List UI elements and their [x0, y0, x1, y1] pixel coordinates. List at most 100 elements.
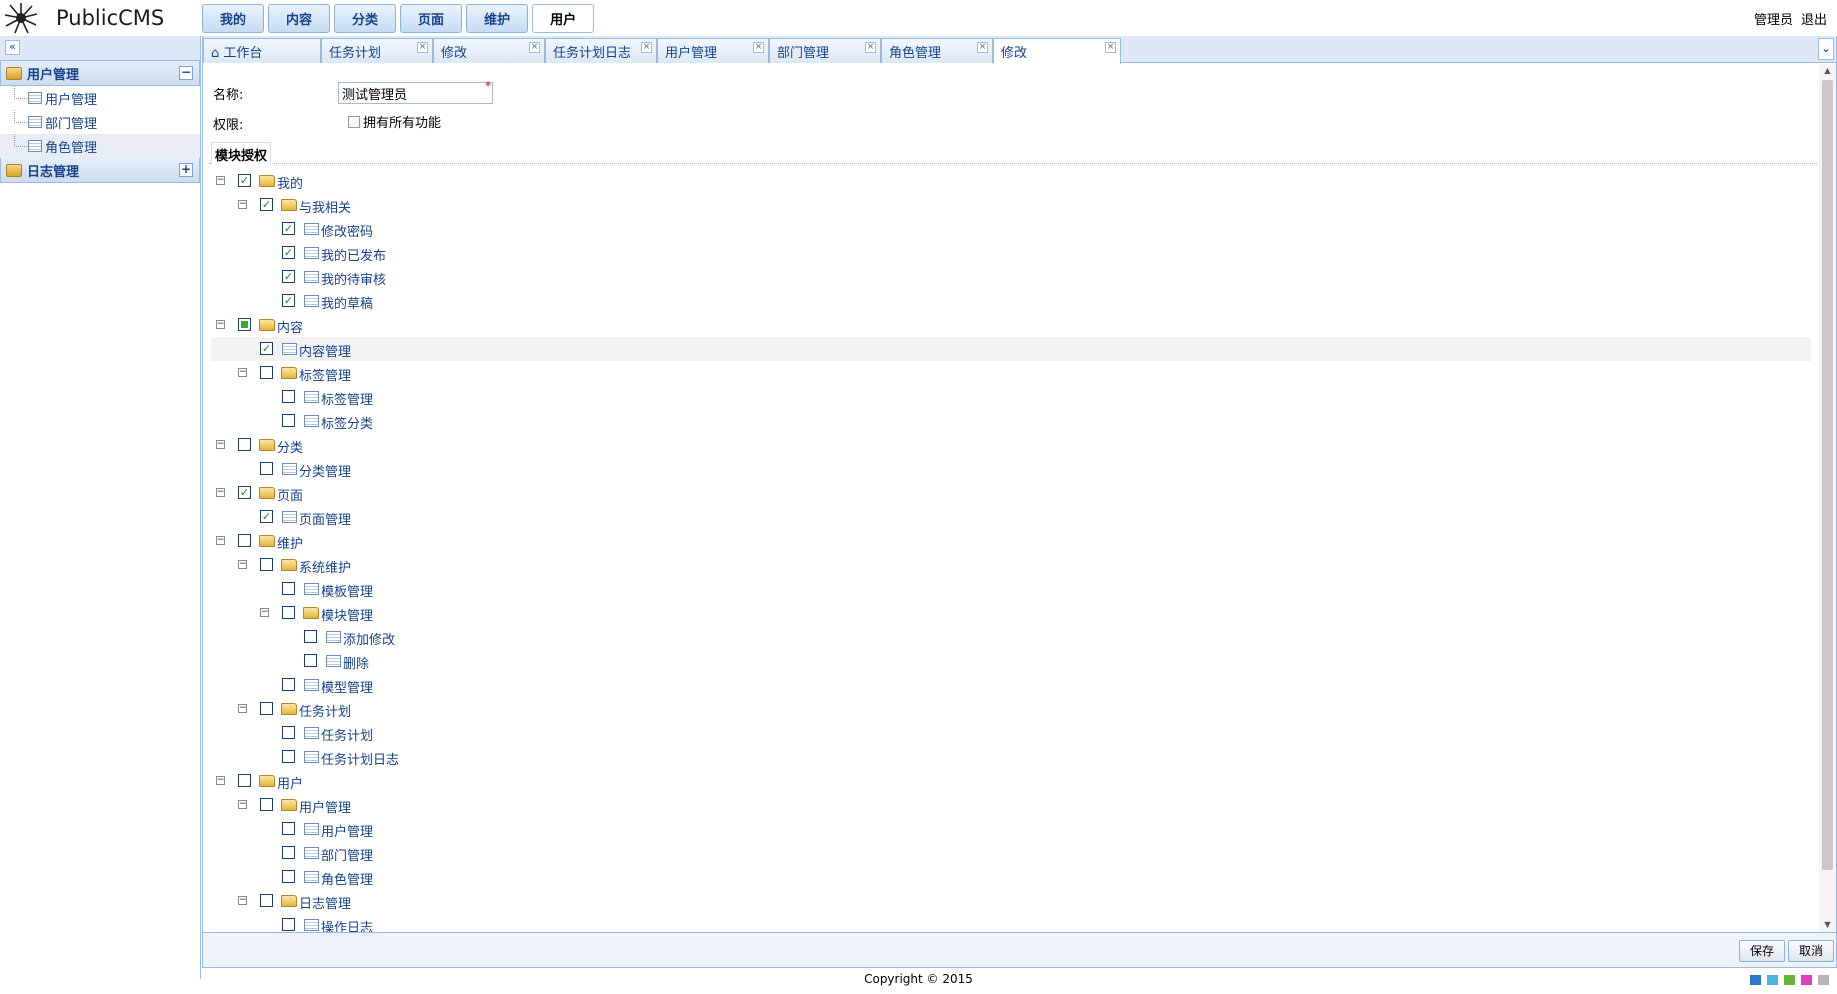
tree-checkbox[interactable] — [282, 918, 295, 931]
tree-checkbox[interactable]: ✓ — [260, 342, 273, 355]
tree-node-label[interactable]: 日志管理 — [299, 893, 351, 912]
tree-node-label[interactable]: 与我相关 — [299, 197, 351, 216]
tree-checkbox[interactable]: ✓ — [282, 270, 295, 283]
collapse-icon[interactable]: « — [5, 40, 20, 55]
tree-node-label[interactable]: 分类管理 — [299, 461, 351, 480]
logout-link[interactable]: 退出 — [1801, 9, 1827, 28]
save-button[interactable]: 保存 — [1739, 940, 1786, 962]
tree-checkbox[interactable] — [238, 534, 251, 547]
tree-node-label[interactable]: 我的草稿 — [321, 293, 373, 312]
theme-swatch[interactable] — [1801, 975, 1812, 985]
tree-node-label[interactable]: 用户 — [277, 773, 303, 792]
sidebar-group-header[interactable]: 用户管理 − — [0, 61, 200, 86]
tree-node-label[interactable]: 标签分类 — [321, 413, 373, 432]
theme-swatch[interactable] — [1784, 975, 1795, 985]
collapse-icon[interactable]: − — [216, 320, 225, 329]
current-user[interactable]: 管理员 — [1754, 9, 1793, 28]
close-icon[interactable]: × — [865, 42, 876, 53]
theme-swatch[interactable] — [1750, 975, 1761, 985]
tree-node-label[interactable]: 模块管理 — [321, 605, 373, 624]
tree-node-label[interactable]: 标签管理 — [321, 389, 373, 408]
close-icon[interactable]: × — [753, 42, 764, 53]
tree-node-label[interactable]: 任务计划 — [299, 701, 351, 720]
tree-node-label[interactable]: 操作日志 — [321, 917, 373, 932]
tree-node-label[interactable]: 我的已发布 — [321, 245, 386, 264]
tree-checkbox[interactable] — [260, 894, 273, 907]
tree-checkbox[interactable] — [282, 678, 295, 691]
tree-checkbox[interactable] — [282, 822, 295, 835]
tree-node-label[interactable]: 页面 — [277, 485, 303, 504]
tree-node-label[interactable]: 模型管理 — [321, 677, 373, 696]
collapse-icon[interactable]: − — [260, 608, 269, 617]
tab[interactable]: 角色管理 × — [881, 38, 993, 63]
tree-checkbox[interactable] — [282, 606, 295, 619]
tree-checkbox[interactable] — [282, 846, 295, 859]
scroll-up-icon[interactable]: ▲ — [1822, 66, 1833, 76]
tree-checkbox[interactable]: ✓ — [282, 222, 295, 235]
nav-button[interactable]: 我的 — [202, 4, 265, 33]
tree-checkbox[interactable]: ✓ — [282, 246, 295, 259]
tree-checkbox[interactable] — [238, 438, 251, 451]
sidebar-item[interactable]: 用户管理 — [0, 86, 200, 110]
tree-checkbox[interactable] — [282, 390, 295, 403]
form-scrollbar[interactable]: ▲ ▼ — [1819, 64, 1836, 932]
tree-checkbox[interactable]: ✓ — [260, 510, 273, 523]
nav-button[interactable]: 维护 — [466, 4, 529, 33]
tree-node-label[interactable]: 角色管理 — [321, 869, 373, 888]
theme-swatch[interactable] — [1818, 975, 1829, 985]
tree-checkbox[interactable] — [260, 798, 273, 811]
tree-checkbox[interactable]: ✓ — [260, 198, 273, 211]
expand-toggle-icon[interactable]: − — [179, 66, 193, 80]
theme-swatch[interactable] — [1767, 975, 1778, 985]
sidebar-item[interactable]: 角色管理 — [0, 134, 200, 158]
nav-button[interactable]: 分类 — [334, 4, 397, 33]
all-permissions-checkbox[interactable]: 拥有所有功能 — [348, 112, 441, 131]
tree-node-label[interactable]: 内容 — [277, 317, 303, 336]
expand-toggle-icon[interactable]: + — [179, 163, 193, 177]
tree-node-label[interactable]: 用户管理 — [321, 821, 373, 840]
tree-checkbox[interactable] — [260, 462, 273, 475]
tree-checkbox[interactable] — [260, 558, 273, 571]
tree-checkbox[interactable] — [238, 774, 251, 787]
tree-node-label[interactable]: 用户管理 — [299, 797, 351, 816]
tree-node-label[interactable]: 标签管理 — [299, 365, 351, 384]
tree-node-label[interactable]: 任务计划日志 — [321, 749, 399, 768]
tree-node-label[interactable]: 页面管理 — [299, 509, 351, 528]
sidebar-item[interactable]: 部门管理 — [0, 110, 200, 134]
checkbox-box[interactable] — [348, 115, 360, 128]
tree-node-label[interactable]: 任务计划 — [321, 725, 373, 744]
collapse-icon[interactable]: − — [216, 488, 225, 497]
tree-checkbox[interactable] — [304, 630, 317, 643]
tree-checkbox[interactable]: ✓ — [238, 174, 251, 187]
tab[interactable]: 任务计划 × — [321, 38, 433, 63]
collapse-icon[interactable]: − — [216, 776, 225, 785]
collapse-icon[interactable]: − — [238, 200, 247, 209]
cancel-button[interactable]: 取消 — [1788, 940, 1835, 962]
tab[interactable]: 修改 × — [993, 38, 1121, 64]
collapse-icon[interactable]: − — [238, 704, 247, 713]
tab-menu-chevron-icon[interactable]: ⌄ — [1818, 38, 1834, 60]
sidebar-group-header[interactable]: 日志管理 + — [0, 158, 200, 183]
tree-node-label[interactable]: 模板管理 — [321, 581, 373, 600]
collapse-icon[interactable]: − — [238, 896, 247, 905]
tree-node-label[interactable]: 内容管理 — [299, 341, 351, 360]
tab[interactable]: 部门管理 × — [769, 38, 881, 63]
collapse-icon[interactable]: − — [216, 176, 225, 185]
tree-checkbox[interactable] — [238, 318, 251, 331]
name-field[interactable] — [338, 82, 493, 104]
collapse-icon[interactable]: − — [216, 536, 225, 545]
tree-node-label[interactable]: 我的 — [277, 173, 303, 192]
tab[interactable]: ⌂ 工作台 — [203, 38, 321, 63]
tree-checkbox[interactable] — [282, 582, 295, 595]
close-icon[interactable]: × — [1105, 42, 1116, 53]
tree-checkbox[interactable] — [282, 750, 295, 763]
tree-node-label[interactable]: 删除 — [343, 653, 369, 672]
collapse-icon[interactable]: − — [238, 368, 247, 377]
tree-checkbox[interactable] — [282, 414, 295, 427]
tree-checkbox[interactable]: ✓ — [282, 294, 295, 307]
tab[interactable]: 修改 × — [433, 38, 545, 63]
tab[interactable]: 用户管理 × — [657, 38, 769, 63]
close-icon[interactable]: × — [641, 42, 652, 53]
tree-checkbox[interactable]: ✓ — [238, 486, 251, 499]
nav-button[interactable]: 内容 — [268, 4, 331, 33]
